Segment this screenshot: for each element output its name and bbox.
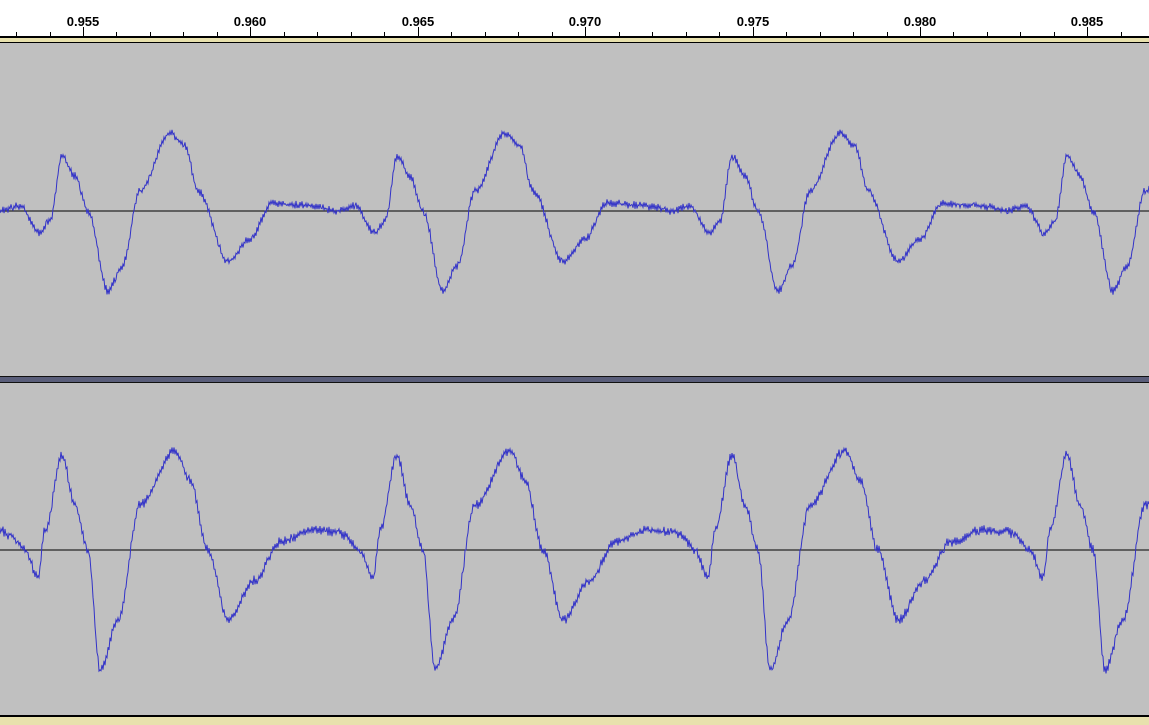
major-tick <box>418 27 419 36</box>
bottom-strip <box>0 715 1149 725</box>
waveform-left <box>0 129 1149 295</box>
major-tick <box>753 27 754 36</box>
major-tick <box>250 27 251 36</box>
track-separator[interactable] <box>0 376 1149 383</box>
audio-track-right[interactable] <box>0 383 1149 715</box>
major-tick <box>585 27 586 36</box>
waveform-right <box>0 446 1149 674</box>
major-tick <box>1087 27 1088 36</box>
major-tick <box>83 27 84 36</box>
waveform-line <box>0 129 1149 295</box>
timeline-ruler[interactable]: 0.955 0.960 0.965 0.970 0.975 0.980 0.98… <box>0 0 1149 38</box>
waveform-line <box>0 446 1149 674</box>
major-tick <box>920 27 921 36</box>
audio-track-left[interactable] <box>0 43 1149 376</box>
